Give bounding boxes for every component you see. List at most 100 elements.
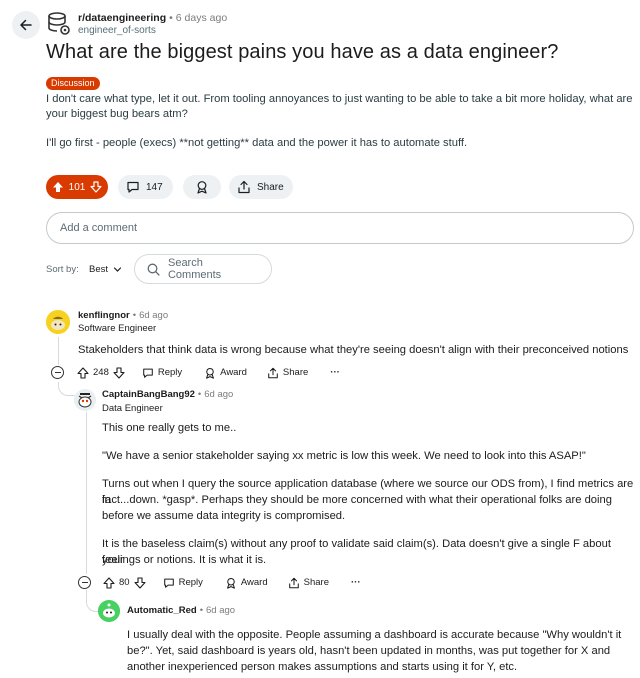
add-comment-input[interactable]: Add a comment bbox=[46, 212, 634, 244]
comment-text: another inexperienced person makes assum… bbox=[127, 661, 518, 673]
vote-pill: 101 bbox=[46, 175, 108, 199]
comment-time: 6d ago bbox=[204, 389, 234, 400]
avatar[interactable] bbox=[74, 389, 96, 411]
comment-author[interactable]: CaptainBangBang92 bbox=[102, 389, 195, 400]
comment-text: be?". Yet, said dashboard is years old, … bbox=[127, 645, 611, 657]
meta-separator: • bbox=[197, 389, 202, 400]
downvote-icon bbox=[90, 181, 102, 193]
meta-separator: • bbox=[199, 605, 204, 616]
award-icon bbox=[206, 367, 215, 379]
share-button[interactable]: Share bbox=[267, 367, 308, 379]
vote-count: 101 bbox=[68, 181, 86, 193]
comment-vote-count: 248 bbox=[93, 367, 109, 378]
meta-separator: • bbox=[169, 12, 173, 24]
sort-dropdown[interactable]: Best bbox=[89, 264, 122, 275]
award-button[interactable]: Award bbox=[204, 367, 247, 379]
database-gear-icon bbox=[48, 12, 70, 35]
more-options-button[interactable]: ··· bbox=[330, 367, 340, 378]
post-body-line: your biggest bug bears atm? bbox=[46, 108, 188, 120]
share-label: Share bbox=[282, 367, 309, 378]
comment-time: 6d ago bbox=[139, 310, 169, 321]
chevron-down-icon bbox=[113, 267, 122, 272]
comment-vote: 80 bbox=[103, 576, 146, 589]
search-comments-button[interactable]: Search Comments bbox=[134, 254, 272, 284]
sort-label: Sort by: bbox=[46, 264, 79, 275]
sort-value: Best bbox=[89, 264, 109, 275]
user-flair: Data Engineer bbox=[102, 403, 163, 414]
subreddit-link[interactable]: r/dataengineering bbox=[78, 12, 166, 24]
award-icon bbox=[197, 181, 207, 194]
comment-text: Stakeholders that think data is wrong be… bbox=[78, 344, 629, 356]
downvote-button[interactable] bbox=[90, 181, 102, 193]
comment-meta: CaptainBangBang92 • 6d ago bbox=[102, 389, 233, 400]
award-button[interactable] bbox=[183, 175, 221, 199]
arrow-left-icon bbox=[20, 19, 32, 31]
thread-line[interactable] bbox=[58, 337, 59, 365]
comment-author[interactable]: kenflingnor bbox=[78, 310, 130, 321]
comment-text: "We have a senior stakeholder saying xx … bbox=[102, 450, 586, 462]
snoo-avatar-icon bbox=[46, 310, 70, 334]
award-button[interactable]: Award bbox=[225, 577, 268, 589]
share-icon bbox=[238, 180, 250, 194]
comment-actions: 80 Reply Award Share ··· bbox=[78, 576, 361, 589]
collapse-button[interactable] bbox=[78, 576, 91, 589]
comment-author[interactable]: Automatic_Red bbox=[127, 605, 197, 616]
share-icon bbox=[288, 577, 299, 588]
upvote-button[interactable] bbox=[52, 181, 64, 193]
minus-icon bbox=[81, 581, 88, 584]
comment-meta: kenflingnor • 6d ago bbox=[78, 310, 168, 321]
comment-count: 147 bbox=[146, 181, 163, 193]
search-comments-label: Search Comments bbox=[167, 257, 222, 281]
comment-time: 6d ago bbox=[206, 605, 236, 616]
search-icon bbox=[147, 263, 160, 276]
post-meta: r/dataengineering • 6 days ago bbox=[78, 12, 227, 24]
comment-vote-count: 80 bbox=[119, 577, 130, 588]
share-label: Share bbox=[303, 577, 329, 588]
share-button[interactable]: Share bbox=[229, 175, 293, 199]
thread-line[interactable] bbox=[86, 412, 87, 574]
upvote-icon[interactable] bbox=[77, 366, 89, 379]
upvote-filled-icon bbox=[53, 182, 63, 192]
snoo-avatar-icon bbox=[98, 600, 120, 622]
reply-button[interactable]: Reply bbox=[142, 367, 182, 379]
post-body-line: I'll go first - people (execs) **not get… bbox=[46, 137, 468, 149]
more-icon: ··· bbox=[330, 367, 340, 378]
comment-actions: 248 Reply Award Share ··· bbox=[51, 366, 340, 379]
op-username[interactable]: engineer_of-sorts bbox=[78, 25, 156, 36]
comment-bubble-icon bbox=[163, 578, 174, 588]
avatar[interactable] bbox=[98, 600, 120, 622]
more-options-button[interactable]: ··· bbox=[351, 577, 361, 588]
post-flair[interactable]: Discussion bbox=[46, 77, 100, 90]
comment-bubble-icon bbox=[127, 181, 139, 193]
comment-meta: Automatic_Red • 6d ago bbox=[127, 605, 235, 616]
share-icon bbox=[268, 367, 278, 378]
upvote-icon[interactable] bbox=[103, 576, 115, 589]
user-flair: Software Engineer bbox=[78, 323, 157, 334]
avatar[interactable] bbox=[46, 310, 70, 334]
add-comment-placeholder: Add a comment bbox=[60, 222, 138, 234]
comments-button[interactable]: 147 bbox=[118, 175, 173, 199]
reply-label: Reply bbox=[157, 367, 183, 378]
reply-button[interactable]: Reply bbox=[163, 577, 203, 589]
comment-text: before we assume data integrity is compr… bbox=[102, 510, 346, 522]
downvote-icon[interactable] bbox=[113, 366, 125, 379]
comment-text: This one really gets to me.. bbox=[102, 422, 237, 434]
comment-text: I usually deal with the opposite. People… bbox=[127, 629, 622, 641]
downvote-icon[interactable] bbox=[134, 576, 146, 589]
award-label: Award bbox=[220, 367, 247, 378]
post-title: What are the biggest pains you have as a… bbox=[46, 41, 559, 63]
more-icon: ··· bbox=[351, 577, 361, 588]
subreddit-icon[interactable] bbox=[46, 11, 72, 37]
comment-text: feelings or notions. It is what it is. bbox=[102, 554, 267, 566]
share-label: Share bbox=[257, 181, 284, 193]
award-label: Award bbox=[240, 577, 268, 588]
comment-vote: 248 bbox=[77, 366, 125, 379]
collapse-button[interactable] bbox=[51, 366, 64, 379]
comment-text: fact...down. *gasp*. Perhaps they should… bbox=[102, 494, 612, 506]
post-body-line: I don't care what type, let it out. From… bbox=[46, 93, 633, 105]
snoo-avatar-icon bbox=[74, 389, 96, 411]
meta-separator: • bbox=[132, 310, 137, 321]
back-button[interactable] bbox=[12, 11, 40, 39]
share-button[interactable]: Share bbox=[288, 577, 329, 589]
post-time: 6 days ago bbox=[175, 12, 228, 24]
